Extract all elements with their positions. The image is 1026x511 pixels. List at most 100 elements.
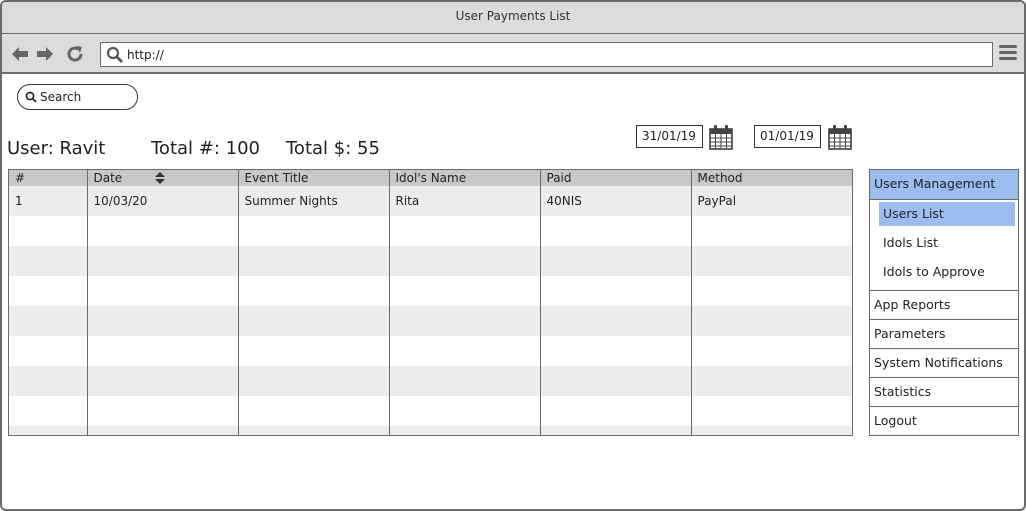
calendar-icon[interactable] xyxy=(828,124,852,150)
cell-idol-name xyxy=(388,216,540,246)
search-input[interactable] xyxy=(40,88,132,106)
cell-event-title xyxy=(237,426,389,435)
cell-method xyxy=(690,306,852,336)
menu-item-app-reports[interactable]: App Reports xyxy=(870,291,1018,320)
table-row[interactable] xyxy=(9,366,852,396)
cell-paid xyxy=(539,246,691,276)
cell-event-title xyxy=(237,336,389,366)
menu-item-system-notifications[interactable]: System Notifications xyxy=(870,349,1018,378)
date-to-field[interactable]: 01/01/19 xyxy=(754,125,821,148)
cell-idol-name xyxy=(388,396,540,426)
table-row[interactable] xyxy=(9,246,852,276)
menu-section-users-management[interactable]: Users Management xyxy=(870,170,1018,200)
column-header-date[interactable]: Date xyxy=(86,170,238,186)
menu-item-idols-to-approve[interactable]: Idols to Approve xyxy=(879,259,1015,288)
cell-date xyxy=(86,246,238,276)
cell-number: 1 xyxy=(9,186,87,216)
search-icon xyxy=(106,46,123,63)
sort-icon[interactable] xyxy=(154,171,166,185)
cell-idol-name: Rita xyxy=(388,186,540,216)
menu-item-users-list[interactable]: Users List xyxy=(879,202,1015,226)
column-header-number[interactable]: # xyxy=(9,170,87,186)
browser-toolbar xyxy=(2,34,1024,74)
cell-date xyxy=(86,426,238,435)
table-row[interactable] xyxy=(9,216,852,246)
cell-method xyxy=(690,366,852,396)
cell-number xyxy=(9,306,87,336)
cell-method xyxy=(690,216,852,246)
cell-idol-name xyxy=(388,306,540,336)
cell-method: PayPal xyxy=(690,186,852,216)
forward-arrow-icon[interactable] xyxy=(35,44,55,64)
column-header-paid[interactable]: Paid xyxy=(539,170,691,186)
table-row[interactable] xyxy=(9,396,852,426)
cell-date xyxy=(86,216,238,246)
cell-idol-name xyxy=(388,336,540,366)
column-header-method[interactable]: Method xyxy=(690,170,852,186)
cell-number xyxy=(9,216,87,246)
cell-event-title xyxy=(237,276,389,306)
cell-idol-name xyxy=(388,366,540,396)
cell-event-title xyxy=(237,366,389,396)
menu-item-logout[interactable]: Logout xyxy=(870,407,1018,436)
reload-icon[interactable] xyxy=(65,44,85,64)
side-menu: Users Management Users List Idols List I… xyxy=(869,169,1019,436)
cell-number xyxy=(9,246,87,276)
date-from-field[interactable]: 31/01/19 xyxy=(636,125,703,148)
cell-number xyxy=(9,276,87,306)
table-row[interactable] xyxy=(9,276,852,306)
total-count: Total #: 100 xyxy=(151,138,260,159)
cell-method xyxy=(690,426,852,435)
window-title: User Payments List xyxy=(2,2,1024,34)
cell-event-title: Summer Nights xyxy=(237,186,389,216)
cell-event-title xyxy=(237,396,389,426)
cell-method xyxy=(690,276,852,306)
total-amount: Total $: 55 xyxy=(286,138,380,159)
search-icon xyxy=(25,91,37,103)
cell-date xyxy=(86,306,238,336)
cell-number xyxy=(9,396,87,426)
column-header-event-title[interactable]: Event Title xyxy=(237,170,389,186)
cell-paid xyxy=(539,336,691,366)
cell-date: 10/03/20 xyxy=(86,186,238,216)
search-box[interactable] xyxy=(17,84,138,110)
hamburger-menu-icon[interactable] xyxy=(999,45,1019,63)
cell-paid xyxy=(539,426,691,435)
cell-idol-name xyxy=(388,246,540,276)
back-arrow-icon[interactable] xyxy=(10,44,30,64)
submenu: Users List Idols List Idols to Approve xyxy=(870,200,1018,291)
cell-number xyxy=(9,336,87,366)
cell-method xyxy=(690,336,852,366)
menu-item-statistics[interactable]: Statistics xyxy=(870,378,1018,407)
menu-item-idols-list[interactable]: Idols List xyxy=(879,230,1015,259)
url-bar[interactable] xyxy=(100,42,993,67)
cell-date xyxy=(86,336,238,366)
cell-method xyxy=(690,246,852,276)
table-row[interactable] xyxy=(9,306,852,336)
cell-date xyxy=(86,276,238,306)
browser-window: User Payments List User: Ravit Total #: … xyxy=(0,0,1026,511)
url-input[interactable] xyxy=(127,45,977,65)
column-header-idol-name[interactable]: Idol's Name xyxy=(388,170,540,186)
table-row[interactable] xyxy=(9,426,852,435)
cell-idol-name xyxy=(388,426,540,435)
table-row[interactable] xyxy=(9,336,852,366)
calendar-icon[interactable] xyxy=(709,124,733,150)
cell-method xyxy=(690,396,852,426)
cell-paid xyxy=(539,306,691,336)
menu-item-parameters[interactable]: Parameters xyxy=(870,320,1018,349)
cell-paid xyxy=(539,366,691,396)
cell-paid xyxy=(539,396,691,426)
table-row[interactable]: 1 10/03/20 Summer Nights Rita 40NIS PayPal xyxy=(9,186,852,216)
user-label: User: Ravit xyxy=(7,138,106,159)
cell-event-title xyxy=(237,306,389,336)
cell-date xyxy=(86,366,238,396)
cell-number xyxy=(9,366,87,396)
cell-event-title xyxy=(237,216,389,246)
cell-paid xyxy=(539,216,691,246)
cell-event-title xyxy=(237,246,389,276)
table-header-row: # Date Event Title Idol's Name Paid Meth… xyxy=(9,170,852,186)
payments-table: # Date Event Title Idol's Name Paid Meth… xyxy=(8,169,853,436)
cell-date xyxy=(86,396,238,426)
cell-paid xyxy=(539,276,691,306)
